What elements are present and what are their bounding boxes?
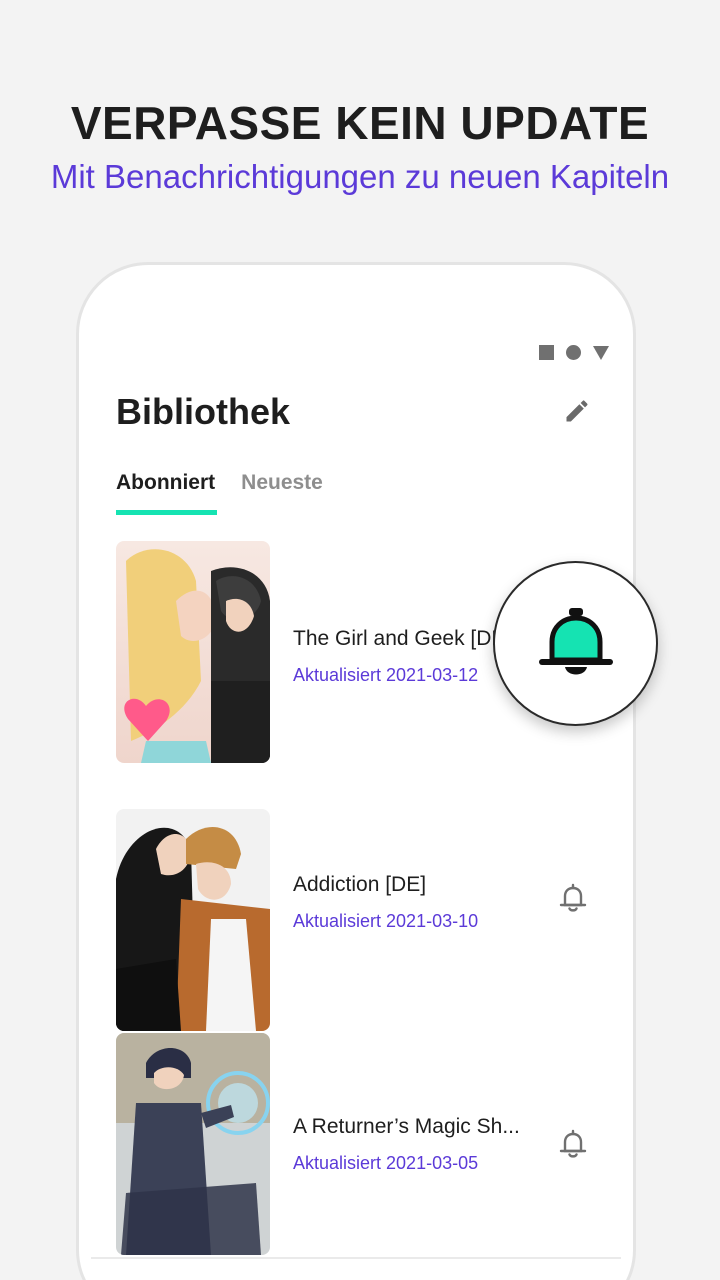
bell-outline-icon[interactable] [556,1127,590,1161]
tab-neueste[interactable]: Neueste [241,471,323,515]
page-title: Bibliothek [116,391,291,432]
list-item[interactable]: A Returner’s Magic Sh... Aktualisiert 20… [116,1033,616,1255]
bell-highlight[interactable] [493,561,658,726]
list-item[interactable]: Addiction [DE] Aktualisiert 2021-03-10 [116,809,616,1031]
triangle-icon [593,345,609,360]
item-date: Aktualisiert 2021-03-12 [293,665,479,685]
cover-image [116,541,270,763]
item-title: Addiction [DE] [293,873,427,896]
pencil-icon[interactable] [563,397,591,425]
phone-frame: Bibliothek Abonniert Neueste The Girl an… [76,262,636,1280]
square-icon [539,345,554,360]
tab-abonniert[interactable]: Abonniert [116,471,218,515]
promo-headline: VERPASSE KEIN UPDATE [70,97,650,149]
promo-subline: Mit Benachrichtigungen zu neuen Kapiteln [50,158,670,195]
item-date: Aktualisiert 2021-03-10 [293,911,479,931]
circle-icon [566,345,581,360]
cover-image [116,1033,270,1255]
item-title: The Girl and Geek [DE] [293,627,512,650]
tab-bar: Abonniert Neueste [116,471,323,515]
cover-image [116,809,270,1031]
divider [91,1257,621,1259]
status-bar [539,345,609,360]
item-title: A Returner’s Magic Sh... [293,1115,520,1138]
bell-outline-icon[interactable] [556,881,590,915]
item-date: Aktualisiert 2021-03-05 [293,1153,479,1173]
bell-active-icon [538,607,613,674]
